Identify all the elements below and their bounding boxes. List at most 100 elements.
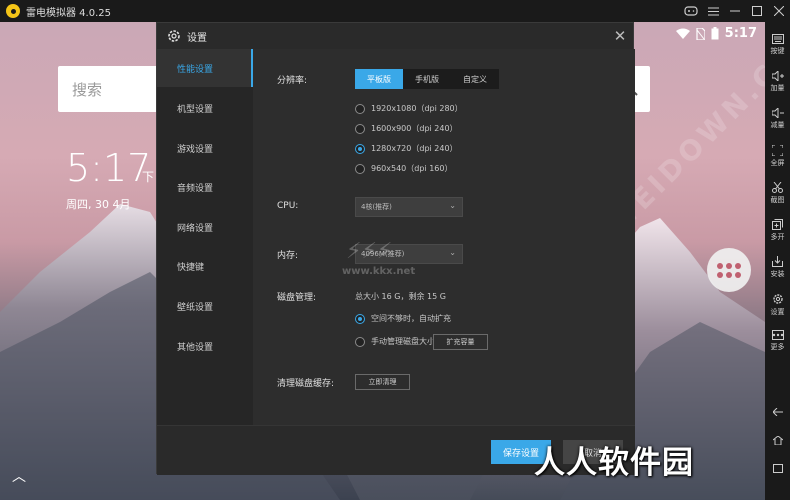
home-clock: 5:17 [66, 146, 152, 190]
memory-label: 内存: [277, 251, 299, 261]
gear-icon [168, 30, 180, 42]
toolbar-screenshot[interactable]: 截图 [765, 182, 790, 205]
resolution-mode-tabs: 平板版 手机版 自定义 [355, 69, 499, 89]
no-sim-icon [696, 27, 705, 40]
toolbar-label: 安装 [770, 270, 785, 278]
home-icon[interactable] [765, 435, 790, 448]
maximize-icon[interactable] [746, 0, 768, 22]
scissors-icon [772, 182, 783, 193]
resolution-option-selected[interactable]: 1280x720（dpi 240） [355, 143, 458, 154]
resolution-option-label: 960x540（dpi 160） [371, 164, 453, 173]
install-icon [772, 256, 783, 267]
toolbar-label: 多开 [770, 233, 785, 241]
disk-auto-expand-label: 空间不够时，自动扩充 [371, 314, 451, 323]
toolbar-label: 截图 [770, 196, 785, 204]
emulator-window: 雷电模拟器 4.0.25 WWW.WEIDOWN.COM 5:17 搜索 5:1… [0, 0, 790, 500]
resolution-option-label: 1920x1080（dpi 280） [371, 104, 463, 113]
nav-hotkeys[interactable]: 快捷键 [157, 247, 253, 285]
fullscreen-icon [772, 145, 783, 156]
radio-button[interactable] [355, 123, 365, 134]
clear-cache-button[interactable]: 立即清理 [355, 374, 410, 390]
volume-up-icon [771, 71, 784, 81]
multi-instance-icon [772, 219, 783, 230]
nav-other[interactable]: 其他设置 [157, 327, 253, 365]
nav-network[interactable]: 网络设置 [157, 208, 253, 246]
radio-button[interactable] [355, 103, 365, 114]
resolution-option-label: 1600x900（dpi 240） [371, 124, 458, 133]
cpu-select[interactable]: 4核(推荐) ⌄ [355, 197, 463, 217]
toolbar-multi-instance[interactable]: 多开 [765, 219, 790, 242]
toolbar-more[interactable]: 更多 [765, 330, 790, 352]
nav-game[interactable]: 游戏设置 [157, 129, 253, 167]
minimize-icon[interactable] [724, 0, 746, 22]
recent-apps-icon[interactable] [765, 464, 790, 476]
radio-button-checked[interactable] [355, 143, 365, 154]
tab-tablet[interactable]: 平板版 [355, 69, 403, 89]
toolbar-settings[interactable]: 设置 [765, 293, 790, 317]
resolution-option[interactable]: 1600x900（dpi 240） [355, 123, 458, 134]
resolution-option[interactable]: 960x540（dpi 160） [355, 163, 452, 174]
clock-suffix: 下 [142, 170, 155, 184]
disk-info: 总大小 16 G，剩余 15 G [355, 292, 446, 301]
tab-custom[interactable]: 自定义 [451, 69, 499, 89]
battery-icon [711, 27, 719, 40]
nav-wallpaper[interactable]: 壁纸设置 [157, 287, 253, 325]
gamepad-icon[interactable] [680, 0, 702, 22]
kkx-watermark: ⚡⚡⚡ www.kkx.net [340, 228, 460, 280]
wifi-icon [675, 28, 690, 39]
toolbar-volume-up[interactable]: 加量 [765, 71, 790, 93]
menu-icon[interactable] [702, 0, 724, 22]
emulator-toolbar: 按键 加量 减量 全屏 截图 多开 安装 设置 更多 [765, 22, 790, 500]
toolbar-keymap[interactable]: 按键 [765, 34, 790, 56]
cache-label: 清理磁盘缓存: [277, 379, 335, 389]
toolbar-label: 更多 [770, 343, 785, 351]
disk-manual-label: 手动管理磁盘大小 [371, 337, 435, 346]
app-title: 雷电模拟器 4.0.25 [26, 7, 111, 19]
resolution-option[interactable]: 1920x1080（dpi 280） [355, 103, 463, 114]
toolbar-label: 加量 [770, 84, 785, 92]
chevron-up-icon[interactable]: ︿ [12, 466, 26, 486]
toolbar-label: 按键 [770, 47, 785, 55]
toolbar-label: 减量 [770, 121, 785, 129]
back-icon[interactable] [765, 407, 790, 419]
toolbar-fullscreen[interactable]: 全屏 [765, 145, 790, 168]
svg-text:⚡⚡⚡: ⚡⚡⚡ [346, 239, 392, 264]
android-status-bar: 5:17 [675, 26, 757, 41]
chevron-down-icon: ⌄ [449, 201, 456, 210]
app-logo-icon [6, 4, 20, 18]
close-icon[interactable] [768, 0, 790, 22]
window-controls [680, 0, 790, 22]
toolbar-volume-down[interactable]: 减量 [765, 108, 790, 130]
cpu-select-value: 4核(推荐) [361, 203, 392, 211]
settings-nav: 性能设置 机型设置 游戏设置 音频设置 网络设置 快捷键 壁纸设置 其他设置 [157, 49, 253, 425]
resolution-option-label: 1280x720（dpi 240） [371, 144, 458, 153]
nav-performance[interactable]: 性能设置 [157, 49, 253, 87]
dialog-header: 设置 ✕ [157, 23, 635, 49]
radio-button-checked[interactable] [355, 313, 365, 324]
toolbar-install[interactable]: 安装 [765, 256, 790, 279]
close-icon[interactable]: ✕ [611, 27, 629, 45]
nav-audio[interactable]: 音频设置 [157, 168, 253, 206]
volume-down-icon [771, 108, 784, 118]
kkx-url: www.kkx.net [342, 266, 416, 277]
title-bar: 雷电模拟器 4.0.25 [0, 0, 790, 22]
expand-capacity-button[interactable]: 扩充容量 [433, 334, 488, 350]
toolbar-label: 设置 [770, 308, 785, 316]
disk-label: 磁盘管理: [277, 293, 317, 303]
tab-phone[interactable]: 手机版 [403, 69, 451, 89]
nav-device-model[interactable]: 机型设置 [157, 89, 253, 127]
toolbar-label: 全屏 [770, 159, 785, 167]
disk-manual-option[interactable]: 手动管理磁盘大小 [355, 336, 435, 347]
radio-button[interactable] [355, 163, 365, 174]
radio-button[interactable] [355, 336, 365, 347]
app-drawer-button[interactable] [707, 248, 751, 292]
dialog-title: 设置 [187, 32, 207, 44]
disk-auto-expand-option[interactable]: 空间不够时，自动扩充 [355, 313, 451, 324]
resolution-label: 分辨率: [277, 76, 308, 86]
home-date: 周四, 30 4月 [66, 198, 131, 211]
status-time: 5:17 [724, 26, 757, 41]
gear-icon [772, 294, 783, 304]
keyboard-icon [771, 34, 784, 44]
search-placeholder: 搜索 [72, 80, 103, 99]
more-icon [771, 330, 784, 340]
